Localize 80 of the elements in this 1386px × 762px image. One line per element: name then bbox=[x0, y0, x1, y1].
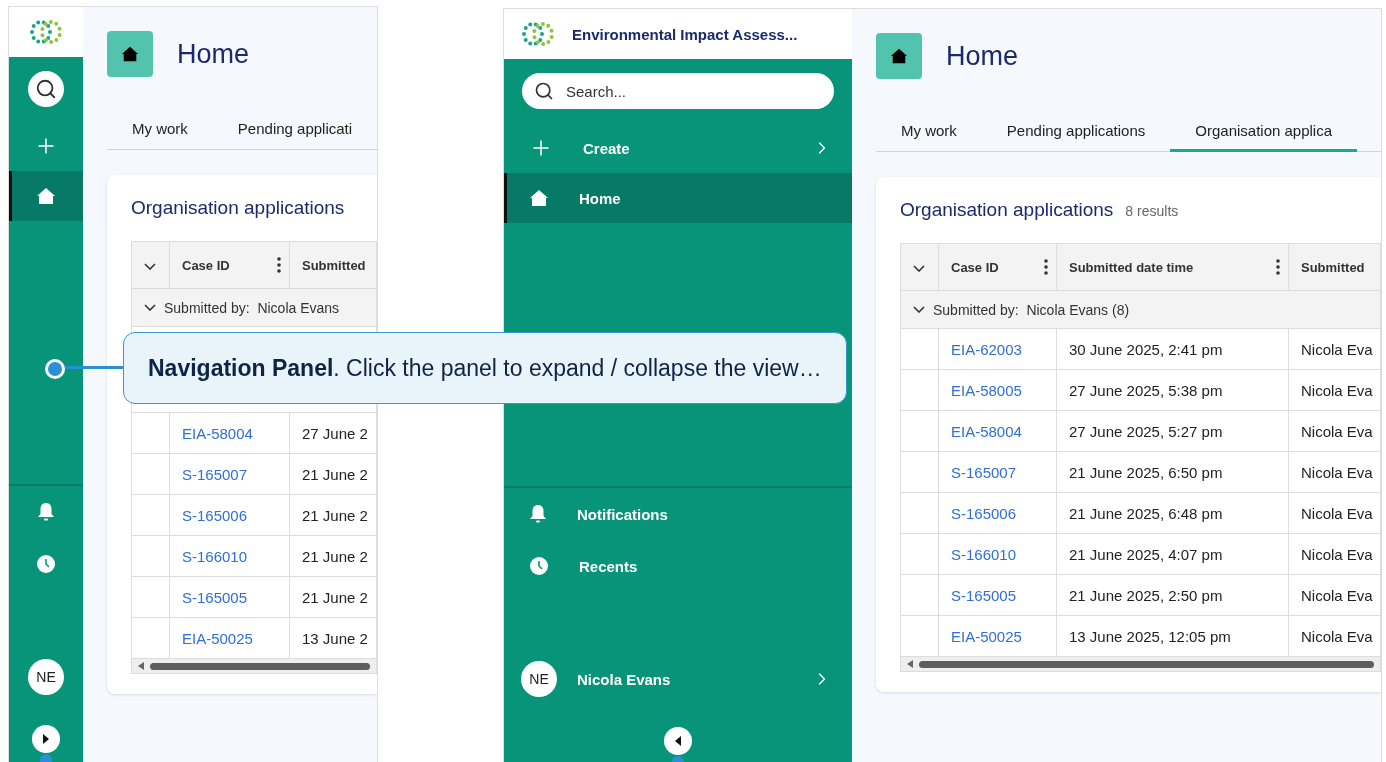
leader-line bbox=[64, 366, 124, 369]
table-cell: 21 June 2025, 2:50 pm bbox=[1056, 574, 1289, 616]
triangle-right-icon bbox=[42, 734, 50, 744]
chevron-icon bbox=[913, 306, 925, 313]
search-icon bbox=[35, 78, 57, 100]
kebab-icon bbox=[1044, 259, 1048, 275]
table-cell: 21 June 2 bbox=[289, 494, 377, 536]
group-row[interactable]: Submitted by: Nicola Evans bbox=[131, 288, 377, 327]
tab[interactable]: Pending applications bbox=[981, 111, 1171, 152]
column-header[interactable]: Submitted bbox=[1288, 243, 1381, 291]
table-cell: 21 June 2 bbox=[289, 535, 377, 577]
search-field[interactable]: Search... bbox=[522, 73, 834, 109]
tab[interactable]: Pending applicati bbox=[212, 109, 377, 150]
triangle-left-icon bbox=[674, 736, 682, 746]
expand-button[interactable] bbox=[32, 725, 60, 753]
search-icon bbox=[534, 81, 554, 101]
chevron-icon bbox=[913, 264, 925, 272]
tab[interactable]: My work bbox=[876, 111, 982, 152]
bell-icon bbox=[37, 502, 55, 522]
page-title: Home bbox=[946, 40, 1019, 72]
tab[interactable]: Organisation applica bbox=[1170, 111, 1358, 152]
card-title: Organisation applications bbox=[900, 199, 1114, 221]
group-label: Submitted by: Nicola Evans (8) bbox=[933, 301, 1130, 318]
table-cell: 13 June 2 bbox=[289, 617, 377, 659]
table-cell: 30 June 2025, 2:41 pm bbox=[1056, 328, 1289, 370]
search-button[interactable] bbox=[28, 71, 64, 107]
table-cell: Nicola Eva bbox=[1288, 533, 1381, 575]
table-cell: Nicola Eva bbox=[1288, 451, 1381, 493]
home-icon bbox=[36, 186, 56, 206]
column-header[interactable]: Case ID bbox=[938, 243, 1057, 291]
chevron-icon bbox=[144, 262, 156, 270]
table-cell: Nicola Eva bbox=[1288, 492, 1381, 534]
table-cell: 27 June 2 bbox=[289, 412, 377, 454]
table-cell: 21 June 2025, 6:48 pm bbox=[1056, 492, 1289, 534]
table-cell: 27 June 2025, 5:27 pm bbox=[1056, 410, 1289, 452]
logo-icon bbox=[520, 20, 556, 48]
nav-item[interactable]: Recents bbox=[504, 540, 852, 592]
column-header[interactable]: Submitted bbox=[289, 241, 377, 289]
table-cell: Nicola Eva bbox=[1288, 369, 1381, 411]
app-title: Environmental Impact Assess... bbox=[572, 25, 798, 43]
kebab-icon bbox=[1276, 259, 1280, 275]
home-icon bbox=[890, 47, 908, 65]
user-item[interactable]: NE bbox=[9, 652, 83, 702]
column-header[interactable]: Case ID bbox=[169, 241, 290, 289]
table-cell: 21 June 2 bbox=[289, 453, 377, 495]
collapse-button[interactable] bbox=[664, 727, 692, 755]
clock-icon bbox=[36, 554, 56, 574]
column-header[interactable]: Submitted date time bbox=[1056, 243, 1289, 291]
nav-item[interactable]: Notifications bbox=[504, 488, 852, 540]
group-label: Submitted by: Nicola Evans bbox=[164, 299, 340, 316]
card-title: Organisation applications bbox=[131, 197, 345, 219]
table-cell: 21 June 2025, 6:50 pm bbox=[1056, 451, 1289, 493]
home-icon bbox=[121, 45, 139, 63]
nav-item[interactable]: Create bbox=[504, 123, 852, 173]
avatar: NE bbox=[28, 659, 64, 695]
table-cell: Nicola Eva bbox=[1288, 574, 1381, 616]
nav-item[interactable]: Home bbox=[504, 173, 852, 223]
table-cell: Nicola Eva bbox=[1288, 410, 1381, 452]
bell-icon bbox=[529, 504, 547, 524]
user-item[interactable]: NE Nicola Evans bbox=[504, 654, 852, 704]
logo-icon bbox=[28, 18, 64, 46]
tab[interactable]: My work bbox=[107, 109, 213, 150]
table-cell: Nicola Eva bbox=[1288, 328, 1381, 370]
scrollbar-drawing[interactable] bbox=[900, 657, 1381, 672]
kebab-icon bbox=[277, 257, 281, 273]
table-cell: 27 June 2025, 5:38 pm bbox=[1056, 369, 1289, 411]
avatar: NE bbox=[521, 661, 557, 697]
page-title: Home bbox=[177, 38, 250, 70]
group-row[interactable]: Submitted by: Nicola Evans (8) bbox=[900, 290, 1381, 329]
nav-item[interactable] bbox=[9, 171, 83, 221]
clock-icon bbox=[529, 556, 549, 576]
callout-note: Navigation Panel. Click the panel to expand / collapse the view… bbox=[123, 332, 847, 404]
table-cell: 21 June 2025, 4:07 pm bbox=[1056, 533, 1289, 575]
table-cell: Nicola Eva bbox=[1288, 615, 1381, 657]
home-icon bbox=[529, 188, 549, 208]
scrollbar-drawing[interactable] bbox=[131, 659, 377, 674]
result-count: 8 results bbox=[1125, 203, 1179, 219]
chevron-icon bbox=[144, 304, 156, 311]
table-cell: 21 June 2 bbox=[289, 576, 377, 618]
table-cell: 13 June 2025, 12:05 pm bbox=[1056, 615, 1289, 657]
